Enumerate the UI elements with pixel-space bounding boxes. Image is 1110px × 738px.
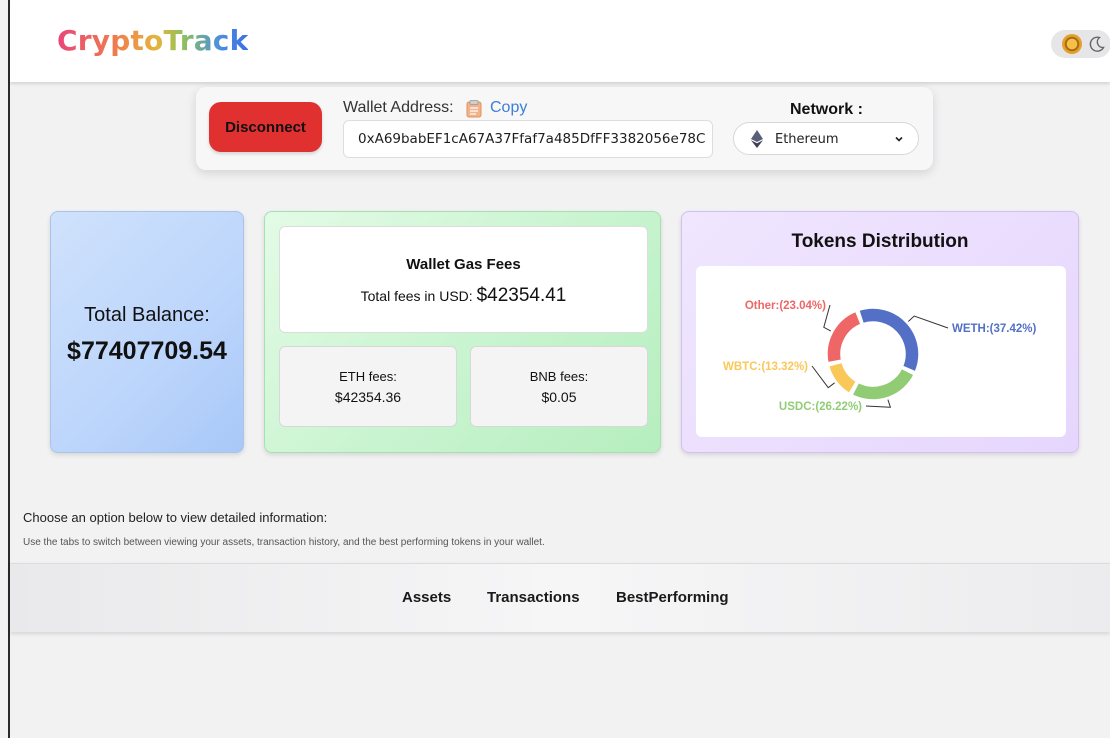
tab-bar: Assets Transactions BestPerforming	[10, 563, 1110, 632]
tab-assets[interactable]: Assets	[402, 589, 451, 606]
eth-fees-box: ETH fees: $42354.36	[279, 346, 457, 427]
eth-fees-label: ETH fees:	[339, 369, 397, 384]
tab-transactions[interactable]: Transactions	[487, 589, 580, 606]
donut-slice-other[interactable]	[826, 310, 862, 364]
bnb-fees-value: $0.05	[541, 389, 577, 405]
tab-best-performing[interactable]: BestPerforming	[616, 589, 729, 606]
app-logo[interactable]: CryptoTrack	[57, 24, 248, 57]
moon-icon[interactable]	[1087, 34, 1107, 54]
donut-label-weth: WETH:(37.42%)	[952, 323, 1037, 335]
donut-slice-wbtc[interactable]	[827, 361, 858, 395]
network-select[interactable]: Ethereum	[733, 122, 919, 155]
gas-fees-card: Wallet Gas Fees Total fees in USD: $4235…	[264, 211, 661, 453]
donut-label-wbtc: WBTC:(13.32%)	[723, 361, 808, 373]
wallet-address-field[interactable]: 0xA69babEF1cA67A37Ffaf7a485DfFF3382056e7…	[343, 120, 713, 158]
donut-label-usdc: USDC:(26.22%)	[779, 401, 862, 413]
copy-address-link[interactable]: Copy	[490, 99, 527, 117]
gas-fees-total: Total fees in USD: $42354.41	[280, 285, 647, 307]
theme-toggle[interactable]	[1051, 30, 1110, 58]
gas-total-value: $42354.41	[476, 285, 567, 306]
donut-leader-line	[865, 399, 892, 408]
chevron-down-icon	[895, 136, 903, 142]
network-selected-value: Ethereum	[775, 132, 839, 147]
clipboard-icon[interactable]	[466, 100, 482, 118]
tokens-distribution-title: Tokens Distribution	[791, 231, 969, 252]
ethereum-icon	[751, 130, 763, 148]
tokens-chart-container: WETH:(37.42%) USDC:(26.22%) WBTC:(13.32%) O…	[696, 266, 1066, 437]
total-balance-label: Total Balance:	[84, 304, 210, 326]
donut-label-other: Other:(23.04%)	[745, 300, 826, 312]
gas-fees-summary: Wallet Gas Fees Total fees in USD: $4235…	[279, 226, 648, 333]
total-balance-value: $77407709.54	[67, 337, 227, 365]
wallet-address-label: Wallet Address:	[343, 99, 454, 116]
bnb-fees-box: BNB fees: $0.05	[470, 346, 648, 427]
donut-slice-usdc[interactable]	[851, 367, 915, 401]
gas-fees-title: Wallet Gas Fees	[406, 256, 521, 273]
gas-total-prefix: Total fees in USD:	[360, 288, 473, 304]
donut-leader-line	[907, 315, 949, 329]
info-title: Choose an option below to view detailed …	[23, 510, 328, 525]
tokens-donut-chart: WETH:(37.42%) USDC:(26.22%) WBTC:(13.32%) O…	[723, 300, 1037, 413]
wallet-bar: Disconnect Wallet Address: Copy 0xA69bab…	[196, 87, 933, 170]
bnb-fees-label: BNB fees:	[529, 369, 589, 384]
app-header: CryptoTrack	[10, 0, 1110, 82]
sun-icon[interactable]	[1062, 34, 1082, 54]
disconnect-button[interactable]: Disconnect	[209, 102, 322, 152]
eth-fees-value: $42354.36	[334, 389, 402, 405]
tokens-distribution-card: Tokens Distribution WETH:(37.42%) USDC:(2…	[681, 211, 1079, 453]
donut-slice-weth[interactable]	[858, 307, 920, 373]
network-label: Network :	[790, 101, 863, 118]
info-description: Use the tabs to switch between viewing y…	[23, 537, 545, 548]
total-balance-card: Total Balance: $77407709.54	[50, 211, 244, 453]
